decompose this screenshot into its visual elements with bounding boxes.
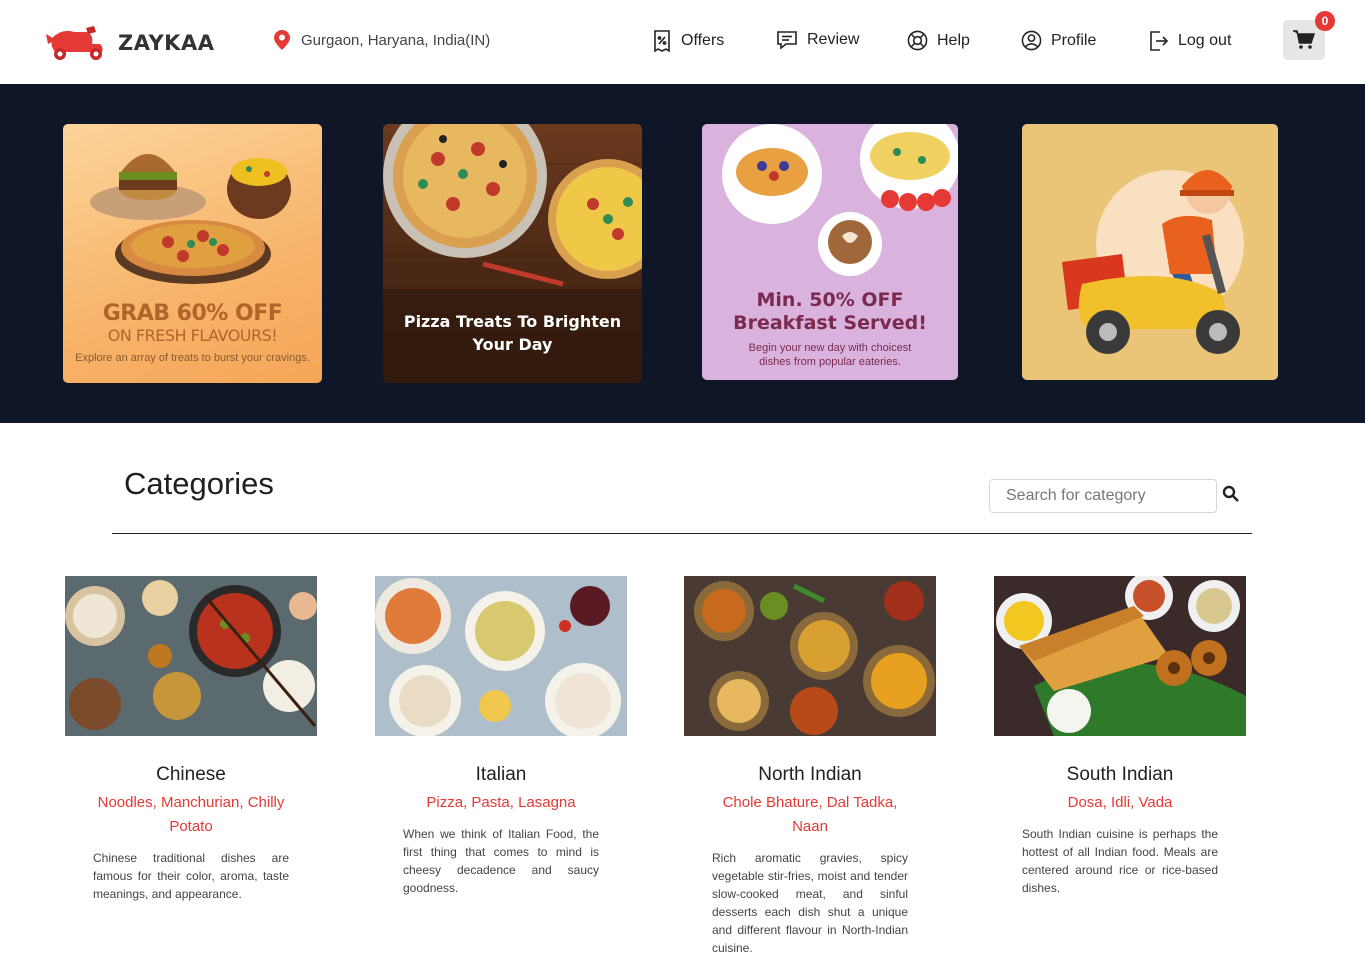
banner-description: Explore an array of treats to burst your… [75,352,310,364]
nav-profile[interactable]: Profile [1021,30,1096,51]
category-name: South Indian [1066,764,1174,785]
cart-count-badge: 0 [1315,11,1335,31]
search-icon [1222,485,1239,502]
nav-logout[interactable]: Log out [1149,30,1231,52]
banner-title: GRAB 60% OFF [102,301,283,326]
north-indian-food-image [684,576,936,736]
offers-carousel: GRAB 60% OFF ON FRESH FLAVOURS! Explore … [0,84,1365,423]
category-search-input[interactable] [989,479,1217,513]
category-dishes: Dosa, Idli, Vada [1067,794,1173,811]
nav-offers-label: Offers [681,32,725,49]
banner-fast-delivery[interactable] [1022,124,1278,380]
banner-pizza-treats[interactable]: Pizza Treats To Brighten Your Day [383,124,642,383]
location-text: Gurgaon, Haryana, India(IN) [301,31,491,49]
italian-food-image [375,576,627,736]
navbar: ZAYKAA Gurgaon, Haryana, India(IN) Offer… [0,0,1365,84]
delivery-scooter-illustration [1062,170,1244,354]
chat-bubble-icon [777,31,797,50]
map-pin-icon [274,30,290,50]
search-button[interactable] [1222,485,1240,508]
category-description: When we think of Italian Food, the first… [403,827,599,895]
cart-button[interactable]: 0 [1283,11,1335,60]
category-name: North Indian [758,764,862,785]
burger-pizza-illustration [90,154,291,284]
banner-description: Begin your new day with choicest dishes … [748,342,912,368]
banner-title: Pizza Treats To Brighten Your Day [403,312,622,354]
cart-icon [1293,30,1315,49]
banner-breakfast[interactable]: Min. 50% OFF Breakfast Served! Begin you… [702,124,958,380]
category-description: Rich aromatic gravies, spicy vegetable s… [712,851,908,955]
category-description: Chinese traditional dishes are famous fo… [93,851,289,901]
banner-subtitle: ON FRESH FLAVOURS! [107,326,278,345]
category-dishes: Noodles, Manchurian, Chilly Potato [97,794,285,835]
nav-profile-label: Profile [1051,31,1097,49]
banner-grab-60-off[interactable]: GRAB 60% OFF ON FRESH FLAVOURS! Explore … [63,124,322,383]
logout-icon [1150,31,1169,51]
south-indian-food-image [994,576,1246,736]
brand-name: ZAYKAA [118,31,215,55]
location-selector[interactable]: Gurgaon, Haryana, India(IN) [274,30,490,50]
category-dishes: Chole Bhature, Dal Tadka, Naan [722,794,898,835]
brand-logo[interactable]: ZAYKAA [42,24,214,62]
breakfast-illustration [722,124,958,276]
section-divider [112,533,1252,534]
category-name: Italian [475,764,527,785]
category-name: Chinese [156,764,226,785]
category-description: South Indian cuisine is perhaps the hott… [1022,827,1218,895]
nav-review[interactable]: Review [776,30,859,50]
category-dishes: Pizza, Pasta, Lasagna [426,794,576,811]
scooter-logo-icon [46,26,103,60]
category-card-italian[interactable]: Italian Pizza, Pasta, Lasagna When we th… [375,576,627,897]
nav-logout-label: Log out [1178,32,1232,49]
user-circle-icon [1021,30,1042,51]
nav-help[interactable]: Help [907,30,970,51]
category-card-south-indian[interactable]: South Indian Dosa, Idli, Vada South Indi… [994,576,1246,897]
categories-heading: Categories [124,466,274,501]
category-card-chinese[interactable]: Chinese Noodles, Manchurian, Chilly Pota… [65,576,317,903]
discount-receipt-icon [654,30,670,52]
nav-help-label: Help [937,31,970,49]
banner-title: Min. 50% OFF Breakfast Served! [733,289,927,334]
chinese-food-image [65,576,317,736]
lifebuoy-icon [907,30,928,51]
nav-review-label: Review [807,31,860,48]
nav-offers[interactable]: Offers [652,30,724,52]
category-card-north-indian[interactable]: North Indian Chole Bhature, Dal Tadka, N… [684,576,936,957]
